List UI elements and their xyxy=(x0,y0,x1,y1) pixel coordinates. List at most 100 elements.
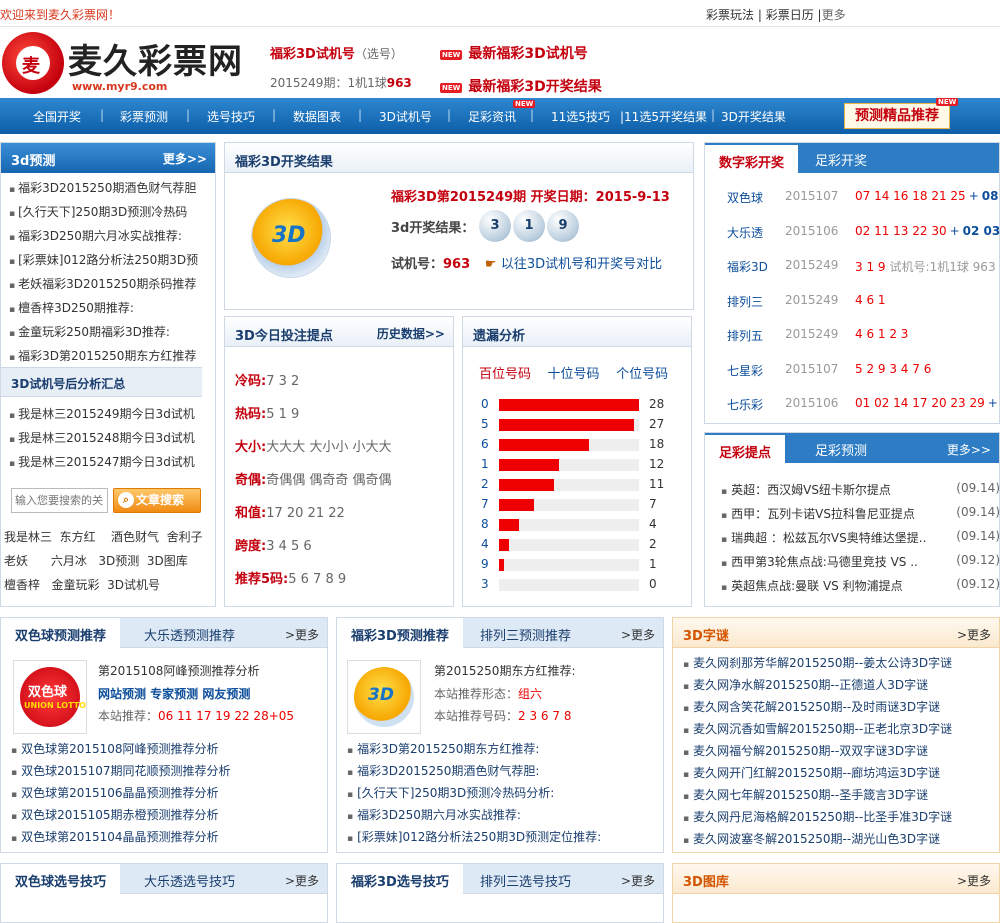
top-link-more[interactable]: 更多 xyxy=(822,8,846,22)
riddle-more[interactable]: >更多 xyxy=(957,626,991,643)
list-item[interactable]: 我是林三2015249期今日3d试机 xyxy=(9,405,195,422)
nav-item-charts[interactable]: 数据图表 xyxy=(293,108,341,125)
top-link-rules[interactable]: 彩票玩法 xyxy=(706,8,754,22)
tag[interactable]: 酒色财气 xyxy=(111,530,159,544)
list-item[interactable]: 双色球第2015108阿峰预测推荐分析 xyxy=(11,740,218,757)
fc3d-tips-more[interactable]: >更多 xyxy=(621,872,655,889)
tag[interactable]: 六月冰 xyxy=(51,554,87,568)
nav-item-football[interactable]: 足彩资讯 xyxy=(468,108,516,125)
fc3d-head[interactable]: 第2015250期东方红推荐: xyxy=(434,662,576,679)
list-item[interactable]: 麦久网丹尼海格解2015250期--比圣手准3D字谜 xyxy=(683,808,952,825)
logo-title[interactable]: 麦久彩票网 xyxy=(68,34,243,83)
nav-item-tips[interactable]: 选号技巧 xyxy=(207,108,255,125)
list-item[interactable]: 英超：西汉姆VS纽卡斯尔提点(09.14) xyxy=(721,481,1000,498)
compare-link[interactable]: 以往3D试机号和开奖号对比 xyxy=(501,257,662,272)
tab-football-forecast[interactable]: 足彩预测 xyxy=(815,440,867,459)
list-item[interactable]: 麦久网刹那芳华解2015250期--姜太公诗3D字谜 xyxy=(683,654,952,671)
top-link-calendar[interactable]: 彩票日历 xyxy=(766,8,814,22)
lottery-row[interactable]: 排列三 2015249 4 6 1 xyxy=(705,293,999,313)
lottery-row[interactable]: 七星彩 2015107 5 2 9 3 4 7 6 xyxy=(705,362,999,382)
nav-item-11x5-tips[interactable]: 11选5技巧 xyxy=(551,108,610,125)
tab-football-tips[interactable]: 足彩提点 xyxy=(705,435,786,463)
list-item[interactable]: 麦久网净水解2015250期--正德道人3D字谜 xyxy=(683,676,928,693)
lottery-row[interactable]: 大乐透 2015106 02 11 13 22 30 +02 03 xyxy=(705,224,1000,244)
list-item[interactable]: 福彩3D第2015250期东方红推荐: xyxy=(347,740,539,757)
ssq-more[interactable]: >更多 xyxy=(285,626,319,643)
list-item[interactable]: 福彩3D第2015250期东方红推荐 xyxy=(9,347,196,364)
tag[interactable]: 老妖 xyxy=(4,554,28,568)
nav-item-3d-sjh[interactable]: 3D试机号 xyxy=(379,108,432,125)
omit-tab-units[interactable]: 个位号码 xyxy=(616,367,668,382)
list-item[interactable]: [久行天下]250期3D预测冷热码 xyxy=(9,203,187,220)
list-item[interactable]: 麦久网波塞冬解2015250期--湖光山色3D字谜 xyxy=(683,830,940,847)
list-item[interactable]: 西甲第3轮焦点战:马德里竞技 VS ..(09.12) xyxy=(721,553,1000,570)
list-item[interactable]: [彩票妹]012路分析法250期3D预 xyxy=(9,251,198,268)
omit-tab-tens[interactable]: 十位号码 xyxy=(548,367,600,382)
list-item[interactable]: 双色球第2015104晶晶预测推荐分析 xyxy=(11,828,218,845)
ssq-head[interactable]: 第2015108阿峰预测推荐分析 xyxy=(98,662,259,679)
list-item[interactable]: 麦久网福兮解2015250期--双双字谜3D字谜 xyxy=(683,742,928,759)
tag[interactable]: 3D图库 xyxy=(147,554,188,568)
list-item[interactable]: 麦久网沉香如雪解2015250期--正老北京3D字谜 xyxy=(683,720,952,737)
football-more[interactable]: 更多>> xyxy=(947,441,991,458)
list-item[interactable]: 双色球2015107期同花顺预测推荐分析 xyxy=(11,762,230,779)
tag[interactable]: 东方红 xyxy=(60,530,96,544)
search-input[interactable] xyxy=(12,489,107,512)
list-item[interactable]: 双色球2015105期赤橙预测推荐分析 xyxy=(11,806,218,823)
lottery-row[interactable]: 福彩3D 2015249 3 1 9 试机号:1机1球 963 xyxy=(705,258,999,278)
tab-fc3d-forecast[interactable]: 福彩3D预测推荐 xyxy=(337,618,463,648)
list-item[interactable]: 老妖福彩3D2015250期杀码推荐 xyxy=(9,275,196,292)
tab-ssq-forecast[interactable]: 双色球预测推荐 xyxy=(1,618,121,648)
list-item[interactable]: 双色球第2015106晶晶预测推荐分析 xyxy=(11,784,218,801)
nav-item-national[interactable]: 全国开奖 xyxy=(33,108,81,125)
tab-fc3d-tips[interactable]: 福彩3D选号技巧 xyxy=(337,864,463,894)
search-button[interactable]: ⌕ 文章搜索 xyxy=(113,488,201,513)
list-item[interactable]: 英超焦点战:曼联 VS 利物浦提点(09.12) xyxy=(721,577,1000,594)
list-item[interactable]: 福彩3D250期六月冰实战推荐: xyxy=(347,806,521,823)
fc3d-more[interactable]: >更多 xyxy=(621,626,655,643)
ssq-links[interactable]: 网站预测 专家预测 网友预测 xyxy=(98,685,250,702)
tab-pl3-tips[interactable]: 排列三选号技巧 xyxy=(480,871,571,890)
list-item[interactable]: [彩票妹]012路分析法250期3D预测定位推荐: xyxy=(347,828,601,845)
lottery-row[interactable]: 七乐彩 2015106 01 02 14 17 20 23 29+28 xyxy=(705,396,999,416)
tag[interactable]: 檀香梓 xyxy=(4,578,40,592)
list-item[interactable]: 金童玩彩250期福彩3D推荐: xyxy=(9,323,170,340)
list-item[interactable]: 麦久网含笑花解2015250期--及时雨谜3D字谜 xyxy=(683,698,940,715)
tab-football-lottery[interactable]: 足彩开奖 xyxy=(815,150,867,169)
list-item[interactable]: 福彩3D2015250期酒色财气荐胆 xyxy=(9,179,196,196)
3d-gallery-more[interactable]: >更多 xyxy=(957,872,991,889)
tab-digital-lottery[interactable]: 数字彩开奖 xyxy=(705,145,799,173)
nav-item-3d-result[interactable]: 3D开奖结果 xyxy=(721,108,786,125)
tab-ssq-tips[interactable]: 双色球选号技巧 xyxy=(1,864,121,894)
list-item[interactable]: 我是林三2015248期今日3d试机 xyxy=(9,429,195,446)
omit-tab-hundreds[interactable]: 百位号码 xyxy=(479,367,531,382)
tab-pl3-forecast[interactable]: 排列三预测推荐 xyxy=(480,625,571,644)
lottery-row[interactable]: 双色球 2015107 07 14 16 18 21 25 +08 xyxy=(705,189,999,209)
list-item[interactable]: 麦久网开门红解2015250期--廊坊鸿运3D字谜 xyxy=(683,764,940,781)
list-item[interactable]: [久行天下]250期3D预测冷热码分析: xyxy=(347,784,554,801)
tag[interactable]: 舍利子 xyxy=(167,530,203,544)
ssq-tips-more[interactable]: >更多 xyxy=(285,872,319,889)
lottery-row[interactable]: 排列五 2015249 4 6 1 2 3 xyxy=(705,327,999,347)
nav-item-forecast[interactable]: 彩票预测 xyxy=(120,108,168,125)
tag[interactable]: 我是林三 xyxy=(4,530,52,544)
tips-history-link[interactable]: 历史数据>> xyxy=(377,325,445,342)
list-item[interactable]: 福彩3D2015250期酒色财气荐胆: xyxy=(347,762,539,779)
list-item[interactable]: 我是林三2015247期今日3d试机 xyxy=(9,453,195,470)
nav-item-11x5-result[interactable]: |11选5开奖结果 xyxy=(620,108,707,125)
list-item[interactable]: 西甲：瓦列卡诺VS拉科鲁尼亚提点(09.14) xyxy=(721,505,1000,522)
tab-dlt-tips[interactable]: 大乐透选号技巧 xyxy=(144,871,235,890)
pick-recommend-button[interactable]: 预测精品推荐 xyxy=(844,103,950,129)
header-latest-sjh[interactable]: 最新福彩3D试机号 xyxy=(468,46,587,62)
list-item[interactable]: 瑞典超 ：松兹瓦尔VS奥特维达堡提..(09.14) xyxy=(721,529,1000,546)
tag[interactable]: 3D预测 xyxy=(98,554,139,568)
logo-icon[interactable]: 麦 xyxy=(2,32,64,94)
list-item[interactable]: 麦久网七年解2015250期--圣手箴言3D字谜 xyxy=(683,786,928,803)
tag[interactable]: 金童玩彩 xyxy=(51,578,99,592)
left-panel-more[interactable]: 更多>> xyxy=(163,150,207,167)
tag[interactable]: 3D试机号 xyxy=(107,578,160,592)
list-item[interactable]: 福彩3D250期六月冰实战推荐: xyxy=(9,227,182,244)
header-latest-result[interactable]: 最新福彩3D开奖结果 xyxy=(468,79,601,95)
tab-dlt-forecast[interactable]: 大乐透预测推荐 xyxy=(144,625,235,644)
header-sjh-link[interactable]: 福彩3D试机号 xyxy=(270,47,355,62)
